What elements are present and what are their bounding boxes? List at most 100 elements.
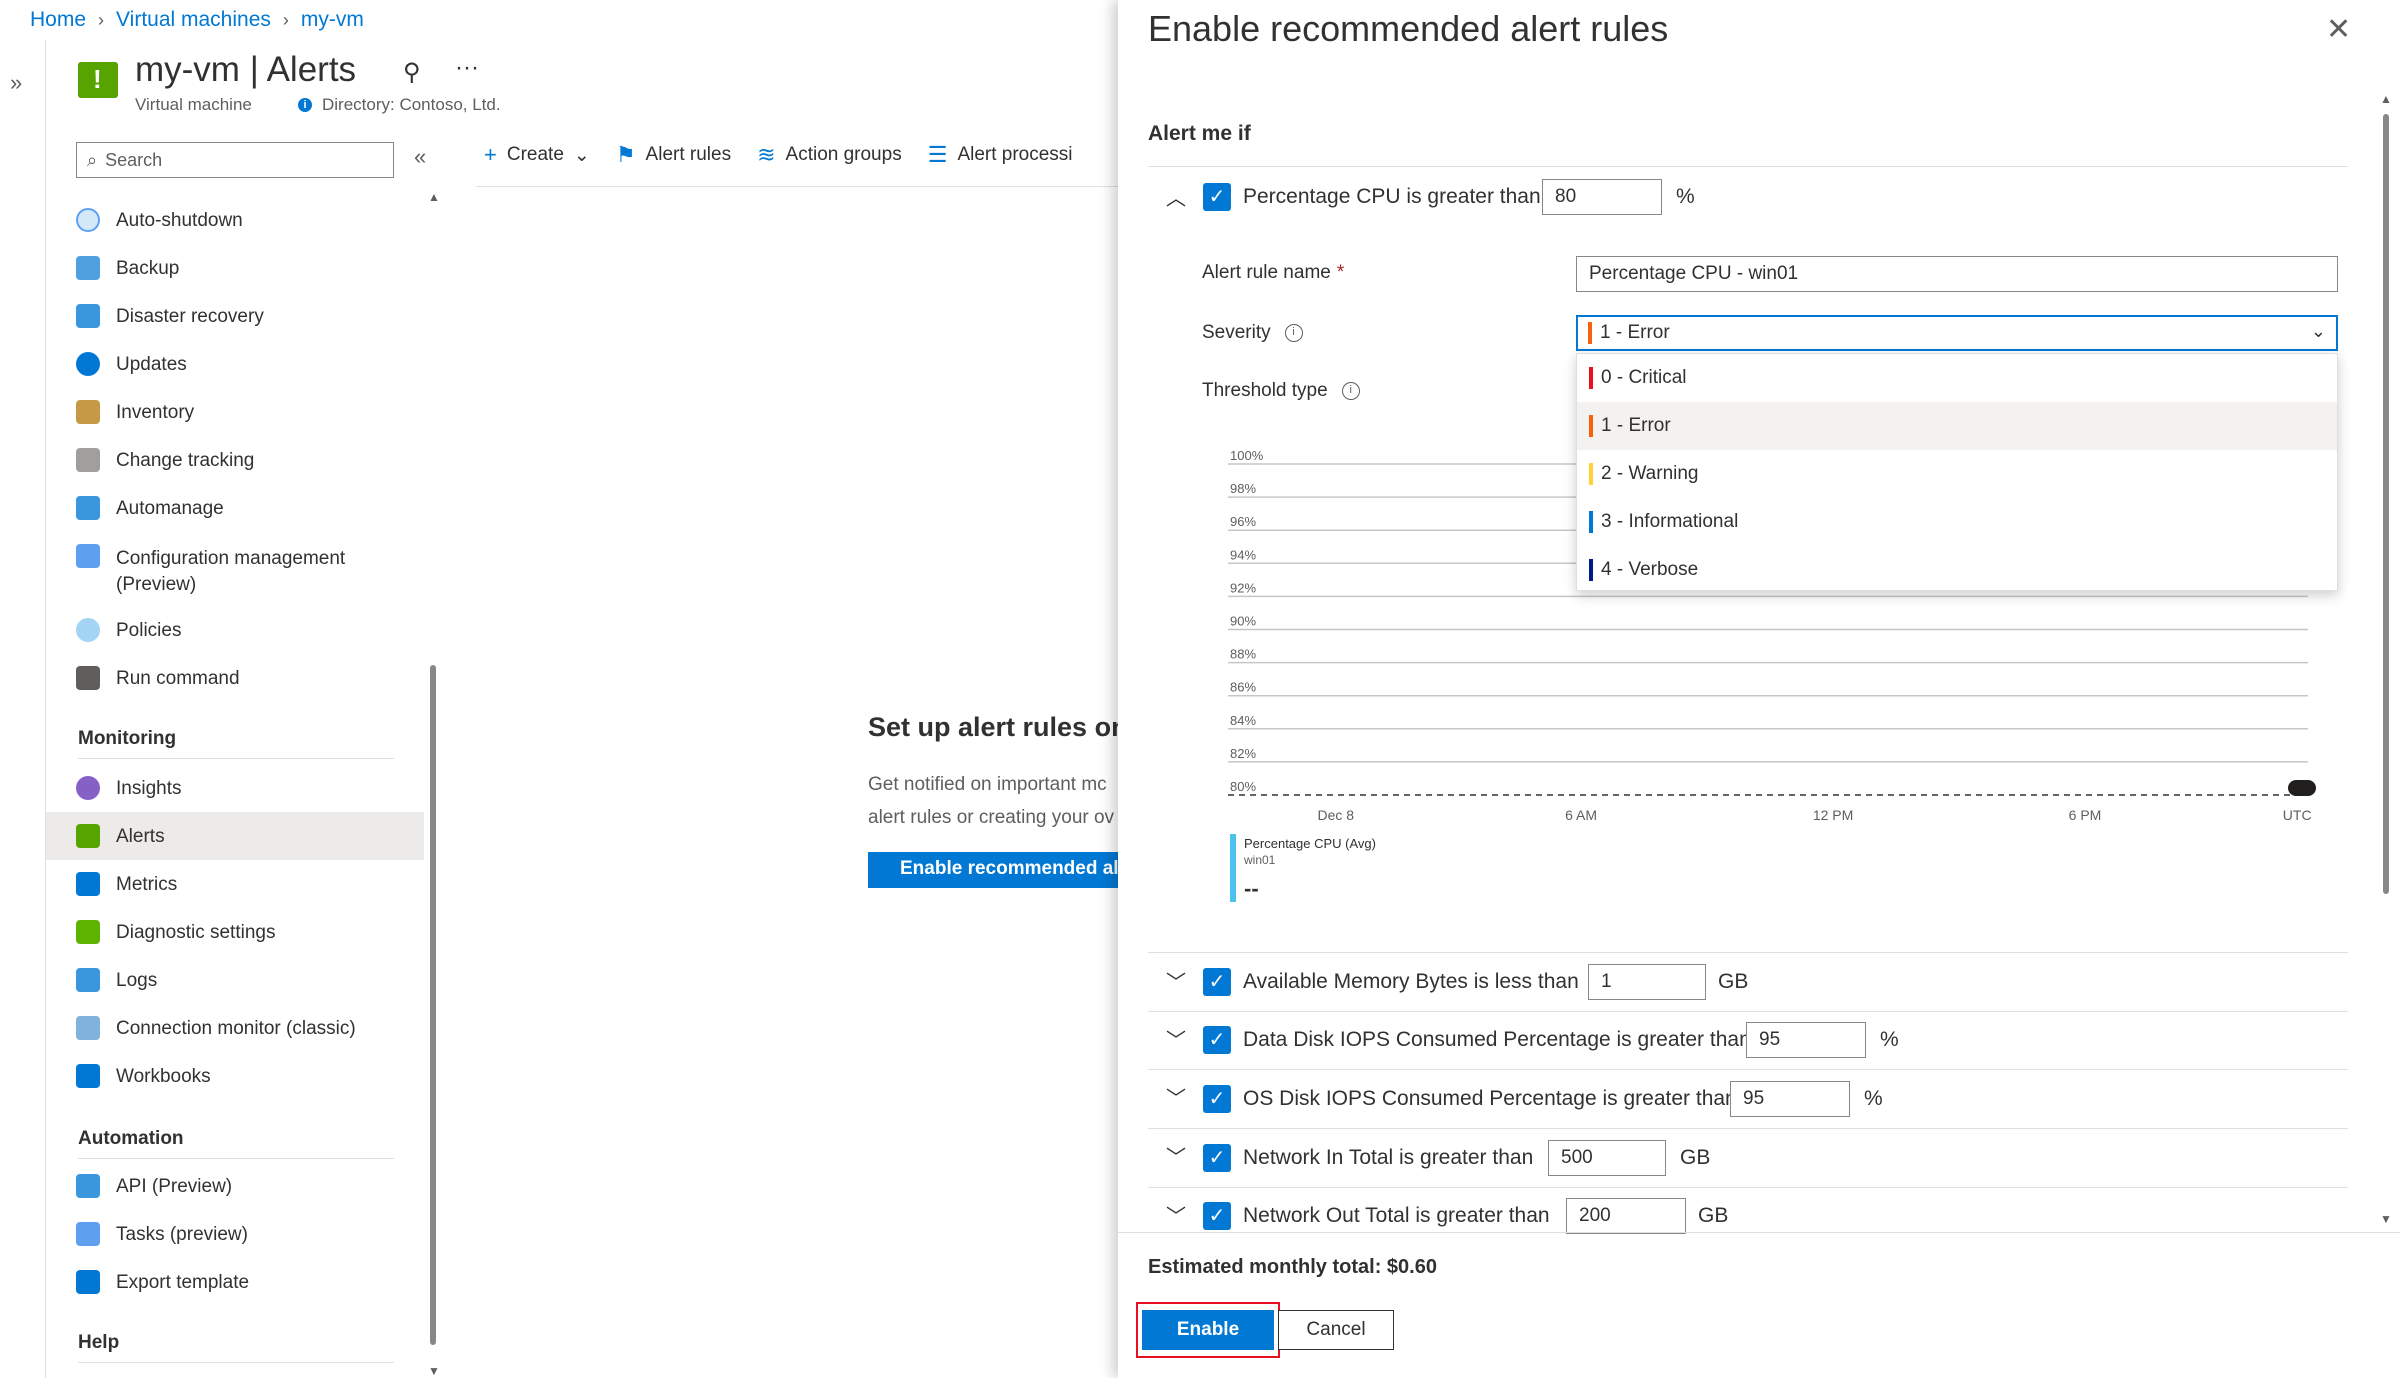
nav-run-command[interactable]: Run command (76, 666, 424, 690)
divider (476, 186, 1126, 187)
cpu-rule-condition: Percentage CPU is greater than (1243, 185, 1541, 208)
chevron-down-icon[interactable]: ﹀ (1166, 1082, 1186, 1111)
label-text: Threshold type (1202, 380, 1328, 401)
nav-backup[interactable]: Backup (76, 256, 424, 280)
divider (1148, 952, 2348, 953)
info-icon[interactable]: i (1284, 324, 1303, 342)
nav-inventory[interactable]: Inventory (76, 400, 424, 424)
severity-option-warning[interactable]: 2 - Warning (1577, 450, 2337, 498)
nav-configuration-management[interactable]: Configuration management (Preview) (76, 544, 424, 598)
alert-rules-button[interactable]: ⚑ Alert rules (616, 142, 731, 168)
nav-label: Auto-shutdown (116, 210, 243, 231)
nav-workbooks[interactable]: Workbooks (76, 1064, 424, 1088)
nav-diagnostic-settings[interactable]: Diagnostic settings (76, 920, 424, 944)
memory-rule-checkbox[interactable]: ✓ (1203, 968, 1231, 996)
cancel-button[interactable]: Cancel (1278, 1310, 1394, 1350)
network-out-rule-condition: Network Out Total is greater than (1243, 1204, 1550, 1227)
menu-scrollbar[interactable]: ▲ ▼ (428, 190, 440, 1378)
os-disk-unit: % (1864, 1087, 1883, 1110)
x-axis: Dec 8 6 AM 12 PM 6 PM UTC (1317, 807, 2311, 823)
network-out-threshold-input[interactable]: 200 (1566, 1198, 1686, 1234)
data-disk-rule-condition: Data Disk IOPS Consumed Percentage is gr… (1243, 1028, 1751, 1051)
nav-logs[interactable]: Logs (76, 968, 424, 992)
severity-option-critical[interactable]: 0 - Critical (1577, 354, 2337, 402)
option-label: 0 - Critical (1601, 367, 1687, 388)
chevron-down-icon[interactable]: ﹀ (1166, 966, 1186, 995)
scroll-down-icon[interactable]: ▼ (2380, 1212, 2392, 1226)
create-button[interactable]: + Create ⌄ (484, 142, 590, 168)
network-in-unit: GB (1680, 1146, 1711, 1169)
close-icon[interactable]: ✕ (2326, 12, 2351, 47)
api-icon (76, 1174, 100, 1198)
severity-color-bar (1589, 559, 1593, 581)
breadcrumb-my-vm[interactable]: my-vm (301, 8, 364, 32)
collapse-menu-icon[interactable]: « (414, 144, 426, 170)
empty-state-line2: alert rules or creating your ov (868, 807, 1115, 828)
empty-state-description: Get notified on important mc alert rules… (868, 768, 1114, 834)
memory-threshold-input[interactable]: 1 (1588, 964, 1706, 1000)
nav-policies[interactable]: Policies (76, 618, 424, 642)
alert-rule-name-input[interactable]: Percentage CPU - win01 (1576, 256, 2338, 292)
divider (1148, 1011, 2348, 1012)
network-in-rule-checkbox[interactable]: ✓ (1203, 1144, 1231, 1172)
data-disk-threshold-input[interactable]: 95 (1746, 1022, 1866, 1058)
plus-icon: + (484, 142, 497, 167)
enable-button[interactable]: Enable (1142, 1310, 1274, 1350)
nav-export-template[interactable]: Export template (76, 1270, 424, 1294)
severity-dropdown[interactable]: 1 - Error ⌄ (1576, 315, 2338, 351)
panel-scrollbar[interactable]: ▲ ▼ (2380, 92, 2392, 1226)
x-tick-label: 6 AM (1565, 807, 1597, 823)
divider (1148, 1069, 2348, 1070)
nav-metrics[interactable]: Metrics (76, 872, 424, 896)
y-tick-label: 80% (1230, 779, 1256, 794)
nav-automanage[interactable]: Automanage (76, 496, 424, 520)
cpu-threshold-input[interactable]: 80 (1542, 179, 1662, 215)
search-input[interactable]: ⌕ Search (76, 142, 394, 178)
nav-change-tracking[interactable]: Change tracking (76, 448, 424, 472)
breadcrumb-home[interactable]: Home (30, 8, 86, 32)
connection-monitor-icon (76, 1016, 100, 1040)
severity-option-error[interactable]: 1 - Error (1577, 402, 2337, 450)
chevron-down-icon[interactable]: ﹀ (1166, 1200, 1186, 1229)
network-in-threshold-input[interactable]: 500 (1548, 1140, 1666, 1176)
nav-api-preview[interactable]: API (Preview) (76, 1174, 424, 1198)
nav-alerts[interactable]: Alerts (76, 824, 424, 848)
scrollbar-thumb[interactable] (2383, 114, 2389, 894)
cpu-rule-checkbox[interactable]: ✓ (1203, 183, 1231, 211)
nav-auto-shutdown[interactable]: Auto-shutdown (76, 208, 424, 232)
chevron-down-icon[interactable]: ﹀ (1166, 1024, 1186, 1053)
x-tick-label: 12 PM (1813, 807, 1853, 823)
nav-label: Metrics (116, 874, 178, 895)
pin-icon[interactable]: ⚲ (403, 58, 421, 87)
nav-label: Connection monitor (classic) (116, 1018, 356, 1039)
nav-updates[interactable]: Updates (76, 352, 424, 376)
gear-icon (76, 352, 100, 376)
scroll-up-icon[interactable]: ▲ (428, 190, 440, 204)
alert-processing-label: Alert processi (957, 144, 1073, 165)
data-disk-rule-checkbox[interactable]: ✓ (1203, 1026, 1231, 1054)
breadcrumb-virtual-machines[interactable]: Virtual machines (116, 8, 271, 32)
nav-insights[interactable]: Insights (76, 776, 424, 800)
action-groups-button[interactable]: ≋ Action groups (757, 142, 902, 168)
severity-option-verbose[interactable]: 4 - Verbose (1577, 546, 2337, 594)
x-tick-label: UTC (2283, 807, 2312, 823)
os-disk-threshold-input[interactable]: 95 (1730, 1081, 1850, 1117)
chevron-up-icon[interactable]: ︿ (1166, 182, 1186, 211)
info-icon[interactable]: i (1341, 382, 1360, 400)
more-options-icon[interactable]: ··· (455, 54, 479, 82)
alert-rule-name-label: Alert rule name * (1202, 262, 1344, 284)
tasks-icon (76, 1222, 100, 1246)
nav-connection-monitor[interactable]: Connection monitor (classic) (76, 1016, 424, 1040)
nav-disaster-recovery[interactable]: Disaster recovery (76, 304, 424, 328)
expand-sidebar-icon[interactable]: » (10, 70, 22, 96)
severity-option-informational[interactable]: 3 - Informational (1577, 498, 2337, 546)
nav-tasks-preview[interactable]: Tasks (preview) (76, 1222, 424, 1246)
scroll-up-icon[interactable]: ▲ (2380, 92, 2392, 106)
os-disk-rule-checkbox[interactable]: ✓ (1203, 1085, 1231, 1113)
scroll-down-icon[interactable]: ▼ (428, 1364, 440, 1378)
alert-processing-button[interactable]: ☰ Alert processi (928, 142, 1073, 168)
chevron-down-icon[interactable]: ﹀ (1166, 1141, 1186, 1170)
scrollbar-thumb[interactable] (430, 665, 436, 1345)
monitor-icon (76, 496, 100, 520)
network-out-rule-checkbox[interactable]: ✓ (1203, 1202, 1231, 1230)
